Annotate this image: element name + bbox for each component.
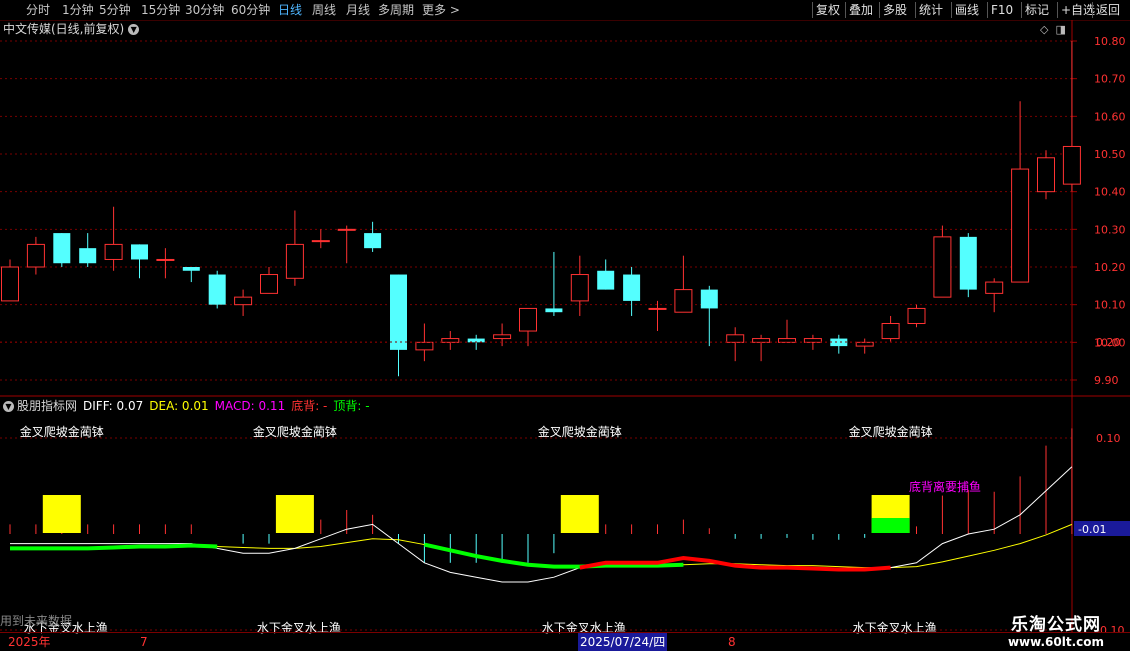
signal-yellow-box bbox=[42, 495, 81, 533]
signal-yellow-box bbox=[275, 495, 314, 533]
candle-body bbox=[364, 233, 382, 249]
candle-body bbox=[311, 240, 330, 243]
cursor-date: 2025/07/24/四 bbox=[578, 633, 668, 651]
candle-body bbox=[1062, 145, 1081, 185]
signal-top-label: 金叉爬坡金蔺钵 bbox=[537, 425, 622, 439]
date-bar: 2025年 7 2025/07/24/四 8 bbox=[0, 632, 1130, 651]
candle-body bbox=[415, 341, 434, 351]
macd-current-value: -0.01 bbox=[1078, 523, 1106, 536]
candle-body bbox=[79, 248, 97, 264]
watermark-name: 乐淘公式网 bbox=[1010, 615, 1101, 635]
indicator-header: ▼ 股朋指标网 DIFF: 0.07 DEA: 0.01 MACD: 0.11 底背: -… bbox=[3, 398, 376, 414]
candle-body bbox=[597, 270, 615, 290]
candle-body bbox=[493, 334, 512, 340]
price-tick-label: 10.20 bbox=[1094, 261, 1126, 274]
candle-body bbox=[985, 281, 1004, 294]
price-tick-label: 10.70 bbox=[1094, 73, 1126, 86]
candle-body bbox=[1011, 168, 1030, 283]
candle-body bbox=[53, 233, 71, 264]
candle-body bbox=[390, 274, 407, 350]
price-tick-label: 10.80 bbox=[1094, 35, 1126, 48]
signal-top-label: 金叉爬坡金蔺钵 bbox=[252, 425, 337, 439]
candle-body bbox=[545, 308, 563, 313]
candle-body bbox=[208, 274, 226, 305]
candle-body bbox=[131, 244, 148, 260]
candle-body bbox=[674, 289, 693, 313]
price-tick-label: 10.50 bbox=[1094, 148, 1126, 161]
price-tick-label: 9.90 bbox=[1094, 374, 1119, 387]
indicator-name[interactable]: 股朋指标网 bbox=[17, 399, 77, 413]
year-label: 2025年 bbox=[8, 635, 51, 649]
chevron-down-icon[interactable]: ▼ bbox=[3, 401, 14, 412]
candle-body bbox=[726, 334, 745, 343]
candle-body bbox=[519, 307, 537, 332]
main-chart[interactable]: 10.80 10.70 10.60 10.50 10.40 10.30 10.20 10.10… bbox=[0, 0, 1130, 632]
signal-top-label: 金叉爬坡金蔺钵 bbox=[19, 425, 104, 439]
diff-value: DIFF: 0.07 bbox=[83, 399, 144, 413]
future-data-note: 用到未来数据 bbox=[0, 614, 73, 628]
candle-body bbox=[234, 296, 253, 306]
dea-value: DEA: 0.01 bbox=[149, 399, 209, 413]
candle-body bbox=[156, 258, 175, 261]
top-div-value: 顶背: - bbox=[333, 399, 370, 413]
candle-body bbox=[830, 338, 848, 347]
price-tick-label: 10.10 bbox=[1094, 299, 1126, 312]
candle-body bbox=[104, 243, 123, 260]
macd-tick-label: 0.20 bbox=[1096, 336, 1121, 349]
candle-body bbox=[182, 267, 200, 271]
candle-body bbox=[570, 274, 589, 302]
candle-body bbox=[337, 228, 356, 231]
candle-body bbox=[933, 236, 952, 298]
bottom-div-value: 底背: - bbox=[291, 399, 328, 413]
signal-green-box bbox=[871, 518, 910, 533]
candle-body bbox=[260, 274, 278, 294]
price-tick-label: 10.60 bbox=[1094, 110, 1126, 123]
macd-tick-label: 0.10 bbox=[1096, 432, 1121, 445]
candle-body bbox=[1037, 157, 1055, 193]
candle-body bbox=[285, 243, 304, 279]
candle-body bbox=[1, 266, 19, 302]
green-segment bbox=[10, 543, 218, 551]
signal-top-label: 金叉爬坡金蔺钵 bbox=[848, 425, 933, 439]
candle-body bbox=[907, 307, 926, 324]
month-8-label: 8 bbox=[728, 635, 736, 649]
watermark: 乐淘公式网 www.60lt.com bbox=[1008, 610, 1104, 649]
price-tick-label: 10.40 bbox=[1094, 186, 1126, 199]
macd-value: MACD: 0.11 bbox=[214, 399, 286, 413]
candle-body bbox=[959, 236, 977, 290]
price-tick-label: 10.30 bbox=[1094, 223, 1126, 236]
red-segment bbox=[579, 555, 891, 572]
candle-body bbox=[700, 289, 718, 309]
bottom-divergence-label: 底背离要捕鱼 bbox=[909, 479, 981, 494]
candle-body bbox=[623, 274, 641, 301]
watermark-url: www.60lt.com bbox=[1007, 635, 1104, 649]
candle-body bbox=[648, 307, 667, 310]
month-7-label: 7 bbox=[140, 635, 148, 649]
candle-body bbox=[26, 243, 45, 268]
candle-body bbox=[855, 341, 874, 347]
signal-yellow-box bbox=[560, 495, 599, 533]
candle-body bbox=[881, 323, 900, 340]
